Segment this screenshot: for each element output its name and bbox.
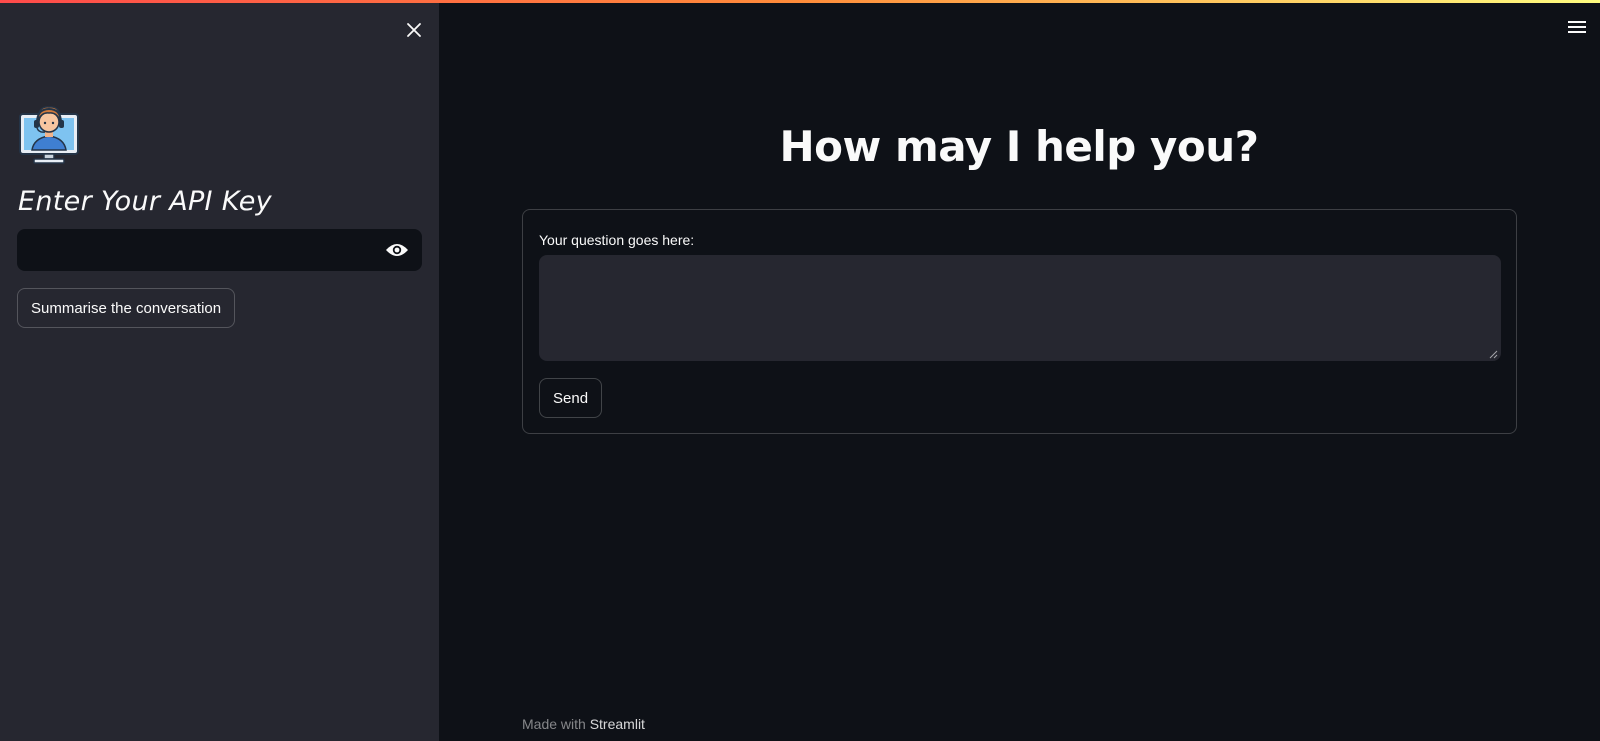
support-agent-monitor-icon bbox=[18, 100, 80, 166]
api-key-field bbox=[17, 229, 422, 271]
question-textarea[interactable] bbox=[539, 255, 1501, 361]
send-button[interactable]: Send bbox=[539, 378, 603, 418]
api-key-input[interactable] bbox=[17, 229, 367, 271]
question-form: Your question goes here: Send bbox=[522, 209, 1517, 434]
toggle-password-visibility-button[interactable] bbox=[384, 238, 410, 262]
page-title: How may I help you? bbox=[779, 122, 1259, 171]
question-label: Your question goes here: bbox=[539, 232, 695, 248]
summarise-conversation-button[interactable]: Summarise the conversation bbox=[17, 288, 236, 328]
hamburger-menu-icon bbox=[1568, 21, 1586, 33]
footer: Made with Streamlit bbox=[522, 716, 645, 732]
main-menu-button[interactable] bbox=[1566, 16, 1588, 38]
streamlit-link[interactable]: Streamlit bbox=[590, 716, 645, 732]
resize-handle-icon[interactable] bbox=[1488, 349, 1498, 359]
sidebar: Enter Your API Key Summarise the convers… bbox=[0, 0, 439, 741]
close-icon bbox=[407, 23, 421, 37]
sidebar-close-button[interactable] bbox=[400, 16, 428, 44]
top-decoration-stripe bbox=[0, 0, 1600, 3]
eye-icon bbox=[386, 244, 408, 256]
api-key-heading: Enter Your API Key bbox=[18, 186, 272, 217]
footer-prefix: Made with bbox=[522, 716, 586, 732]
